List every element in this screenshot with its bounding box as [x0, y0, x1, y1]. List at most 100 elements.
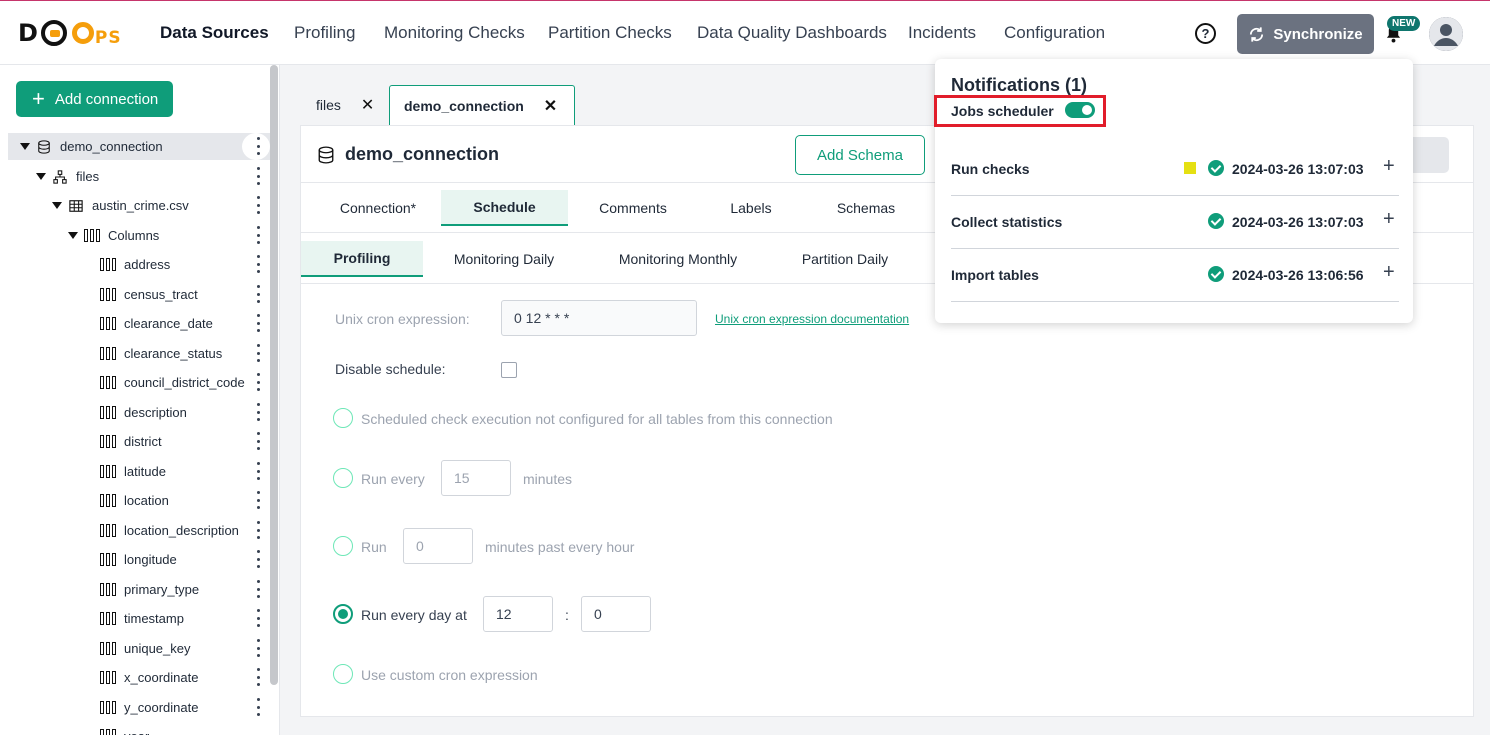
job-row[interactable]: Collect statistics 2024-03-26 13:07:03 +	[951, 196, 1399, 249]
tree-item-column[interactable]: timestamp	[8, 605, 270, 632]
more-options-icon[interactable]	[257, 255, 261, 273]
more-options-icon[interactable]	[257, 698, 261, 716]
more-options-icon[interactable]	[257, 373, 261, 391]
run-every-minutes-input[interactable]: 15	[441, 460, 511, 496]
tab-monitoring-monthly[interactable]: Monitoring Monthly	[603, 241, 753, 277]
close-icon[interactable]: ✕	[544, 96, 557, 116]
cron-documentation-link[interactable]: Unix cron expression documentation	[715, 312, 909, 326]
chevron-down-icon[interactable]	[68, 232, 78, 239]
tree-item-schema[interactable]: files	[8, 163, 270, 190]
running-indicator-icon	[1184, 162, 1196, 174]
add-connection-button[interactable]: + Add connection	[16, 81, 173, 117]
more-options-icon[interactable]	[257, 167, 261, 185]
jobs-scheduler-toggle[interactable]	[1065, 102, 1095, 118]
nav-data-sources[interactable]: Data Sources	[160, 23, 269, 43]
add-schema-button[interactable]: Add Schema	[795, 135, 925, 175]
more-options-icon[interactable]	[257, 432, 261, 450]
radio-run-daily[interactable]	[333, 604, 353, 624]
radio-not-configured[interactable]	[333, 408, 353, 428]
tree-item-column[interactable]: y_coordinate	[8, 694, 270, 721]
nav-incidents[interactable]: Incidents	[908, 23, 976, 43]
job-row[interactable]: Import tables 2024-03-26 13:06:56 +	[951, 249, 1399, 302]
more-options-icon[interactable]	[257, 521, 261, 539]
radio-custom-cron[interactable]	[333, 664, 353, 684]
tab-files[interactable]: files ✕	[302, 85, 388, 125]
close-icon[interactable]: ✕	[361, 95, 374, 115]
more-options-icon[interactable]	[257, 137, 261, 155]
tree-item-column[interactable]: year	[8, 723, 270, 735]
tree-item-column[interactable]: location_description	[8, 517, 270, 544]
tab-schemas[interactable]: Schemas	[816, 190, 916, 226]
daily-hour-input[interactable]: 12	[483, 596, 553, 632]
tree-item-column[interactable]: x_coordinate	[8, 664, 270, 691]
tree-item-column[interactable]: location	[8, 487, 270, 514]
expand-icon[interactable]: +	[1383, 208, 1395, 231]
tree-item-label: Columns	[108, 228, 160, 243]
daily-minute-input[interactable]: 0	[581, 596, 651, 632]
chevron-down-icon[interactable]	[36, 173, 46, 180]
run-minutes-past-input[interactable]: 0	[403, 528, 473, 564]
tree-item-columns-folder[interactable]: Columns	[8, 222, 270, 249]
tree-item-column[interactable]: clearance_date	[8, 310, 270, 337]
nav-monitoring-checks[interactable]: Monitoring Checks	[384, 23, 525, 43]
tree-item-column[interactable]: description	[8, 399, 270, 426]
nav-data-quality-dashboards[interactable]: Data Quality Dashboards	[697, 23, 887, 43]
tab-connection[interactable]: Connection*	[317, 190, 439, 226]
tab-profiling-schedule[interactable]: Profiling	[301, 241, 423, 277]
nav-partition-checks[interactable]: Partition Checks	[548, 23, 672, 43]
tab-demo-connection[interactable]: demo_connection ✕	[389, 85, 575, 125]
tree-item-label: clearance_date	[124, 316, 213, 331]
more-options-icon[interactable]	[257, 403, 261, 421]
column-icon	[100, 729, 116, 735]
more-options-icon[interactable]	[257, 668, 261, 686]
tree-item-table[interactable]: austin_crime.csv	[8, 192, 270, 219]
tree-item-column[interactable]: council_district_code	[8, 369, 270, 396]
user-avatar[interactable]	[1429, 17, 1463, 51]
job-row[interactable]: Run checks 2024-03-26 13:07:03 +	[951, 143, 1399, 196]
chevron-down-icon[interactable]	[20, 143, 30, 150]
more-options-icon[interactable]	[257, 314, 261, 332]
more-options-icon[interactable]	[257, 226, 261, 244]
cron-expression-input[interactable]: 0 12 * * *	[501, 300, 697, 336]
dqops-logo[interactable]: D PS	[18, 17, 122, 49]
option-not-configured-label: Scheduled check execution not configured…	[361, 411, 833, 427]
tree-item-column[interactable]: address	[8, 251, 270, 278]
more-options-icon[interactable]	[257, 580, 261, 598]
expand-icon[interactable]: +	[1383, 261, 1395, 284]
tree-item-column[interactable]: primary_type	[8, 576, 270, 603]
more-options-icon[interactable]	[257, 550, 261, 568]
chevron-down-icon[interactable]	[52, 202, 62, 209]
nav-profiling[interactable]: Profiling	[294, 23, 355, 43]
more-options-icon[interactable]	[257, 609, 261, 627]
radio-run-hourly[interactable]	[333, 536, 353, 556]
more-options-icon[interactable]	[257, 639, 261, 657]
column-icon	[100, 464, 116, 479]
tree-item-column[interactable]: latitude	[8, 458, 270, 485]
tab-labels[interactable]: Labels	[701, 190, 801, 226]
more-options-icon[interactable]	[257, 196, 261, 214]
nav-configuration[interactable]: Configuration	[1004, 23, 1105, 43]
synchronize-button[interactable]: Synchronize	[1237, 14, 1374, 54]
tree-item-column[interactable]: clearance_status	[8, 340, 270, 367]
tree-item-connection[interactable]: demo_connection	[8, 133, 270, 160]
tree-item-column[interactable]: unique_key	[8, 635, 270, 662]
tab-monitoring-daily[interactable]: Monitoring Daily	[439, 241, 569, 277]
expand-icon[interactable]: +	[1383, 155, 1395, 178]
tab-comments[interactable]: Comments	[578, 190, 688, 226]
tree-item-column[interactable]: district	[8, 428, 270, 455]
tree-item-label: address	[124, 257, 171, 272]
sidebar-scrollbar[interactable]	[270, 65, 278, 685]
help-icon[interactable]: ?	[1195, 23, 1216, 44]
tab-partition-daily[interactable]: Partition Daily	[785, 241, 905, 277]
more-options-icon[interactable]	[257, 491, 261, 509]
column-icon	[100, 257, 116, 272]
more-options-icon[interactable]	[257, 344, 261, 362]
tree-item-column[interactable]: census_tract	[8, 281, 270, 308]
more-options-icon[interactable]	[257, 462, 261, 480]
disable-schedule-checkbox[interactable]	[501, 362, 517, 378]
tree-item-column[interactable]: longitude	[8, 546, 270, 573]
more-options-icon[interactable]	[257, 285, 261, 303]
tab-schedule[interactable]: Schedule	[441, 190, 568, 226]
tree-item-label: primary_type	[124, 582, 200, 597]
radio-run-every[interactable]	[333, 468, 353, 488]
